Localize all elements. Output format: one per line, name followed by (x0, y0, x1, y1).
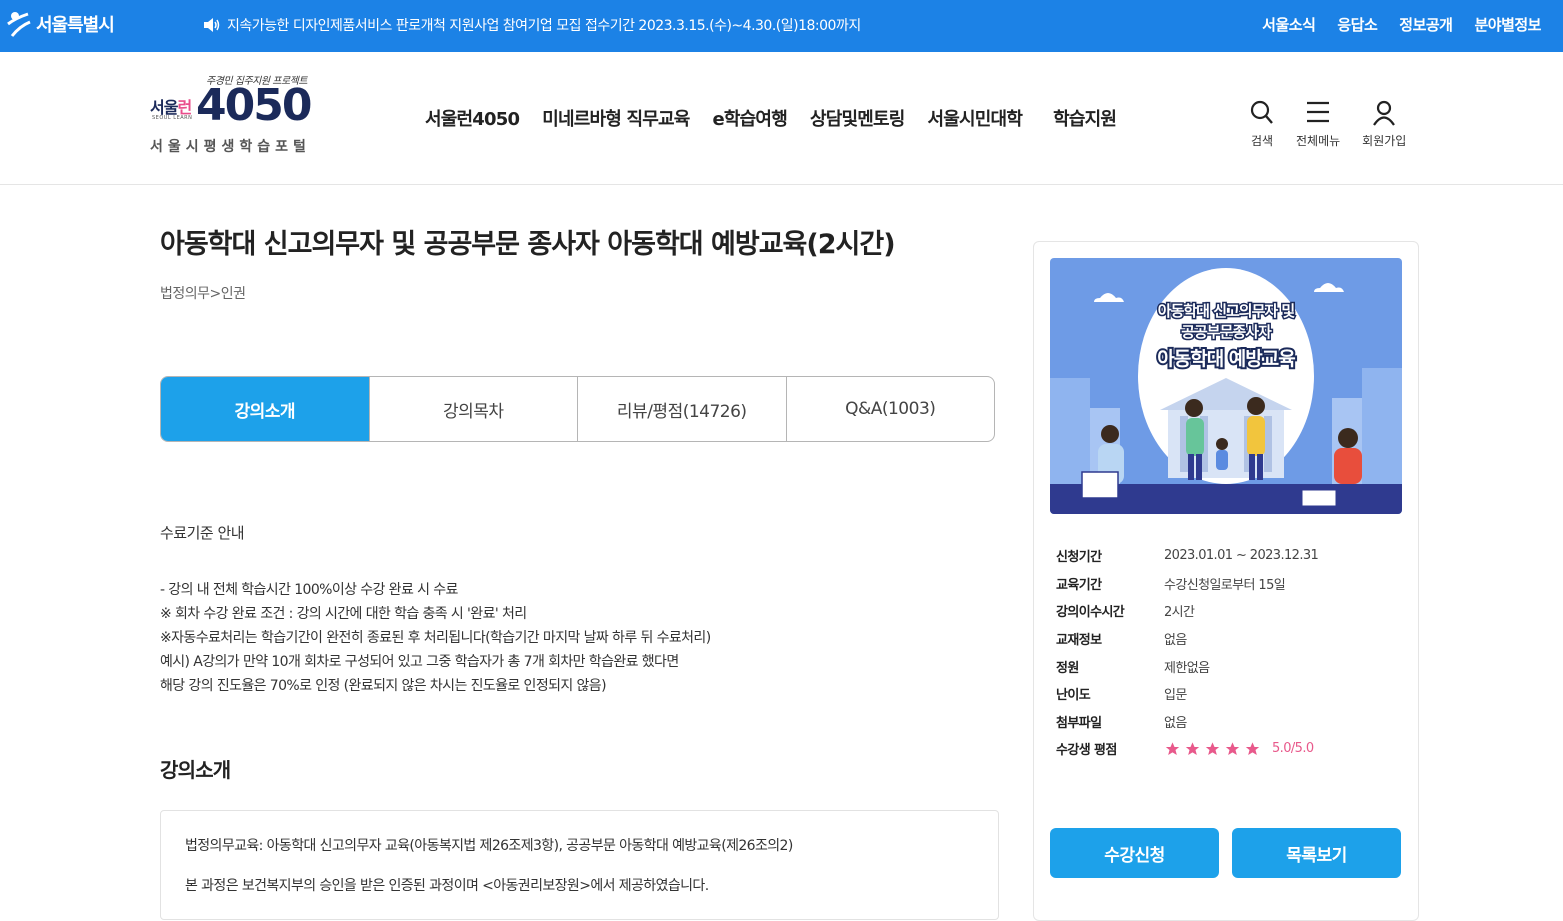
nav-citizen-university[interactable]: 서울시민대학 (928, 105, 1023, 131)
info-value: 입문 (1164, 688, 1187, 704)
star-icon (1165, 742, 1180, 755)
logo-portal: 서울시평생학습포털 (150, 139, 311, 155)
top-link-news[interactable]: 서울소식 (1262, 14, 1316, 35)
notice-text: 지속가능한 디자인제품서비스 판로개척 지원사업 참여기업 모집 접수기간 20… (227, 18, 861, 34)
user-icon (1373, 100, 1396, 126)
info-value: 없음 (1164, 715, 1187, 731)
site-header: 주경민 집주지원 프로젝트 서울런 SEOUL LEARN 4050 서울시평생… (0, 52, 1563, 185)
star-icon (1245, 742, 1260, 755)
star-icon (1205, 742, 1220, 755)
info-key: 정원 (1056, 660, 1079, 676)
top-links: 서울소식 응답소 정보공개 분야별정보 (1262, 14, 1541, 35)
card-buttons: 수강신청 목록보기 (1050, 828, 1401, 878)
info-value: 2시간 (1164, 605, 1195, 621)
course-thumbnail: 아동학대 신고의무자 및 공공부문종사자 아동학대 예방교육 (1050, 258, 1402, 514)
course-title: 아동학대 신고의무자 및 공공부문 종사자 아동학대 예방교육(2시간) (160, 229, 896, 260)
tab-contents[interactable]: 강의목차 (368, 377, 578, 441)
star-icon (1225, 742, 1240, 755)
nav-seoulrun4050[interactable]: 서울런4050 (425, 105, 520, 131)
breadcrumb: 법정의무>인권 (160, 286, 246, 302)
course-info-list: 신청기간 2023.01.01 ~ 2023.12.31 교육기간 수강신청일로부터… (1056, 542, 1396, 763)
logo-number: 4050 (196, 80, 312, 131)
apply-button[interactable]: 수강신청 (1050, 828, 1219, 878)
info-key: 신청기간 (1056, 550, 1102, 566)
intro-line: 본 과정은 보건복지부의 승인을 받은 인증된 과정이며 <아동권리보장원>에서… (185, 878, 709, 894)
thumbnail-text: 아동학대 신고의무자 및 공공부문종사자 아동학대 예방교육 (1050, 300, 1402, 373)
completion-criteria: - 강의 내 전체 학습시간 100%이상 수강 완료 시 수료 ※ 회차 수강… (160, 578, 711, 698)
all-menu-label: 전체메뉴 (1296, 134, 1341, 148)
info-row: 교육기간 수강신청일로부터 15일 (1056, 570, 1396, 598)
info-row: 신청기간 2023.01.01 ~ 2023.12.31 (1056, 542, 1396, 570)
tab-reviews[interactable]: 리뷰/평점(14726) (577, 377, 786, 441)
search-button[interactable]: 검색 (1250, 100, 1274, 149)
tab-intro[interactable]: 강의소개 (161, 377, 369, 441)
list-button[interactable]: 목록보기 (1232, 828, 1401, 878)
course-info-card: 아동학대 신고의무자 및 공공부문종사자 아동학대 예방교육 신청기간 2023.… (1033, 241, 1419, 921)
nav-learning-support[interactable]: 학습지원 (1053, 105, 1117, 131)
info-key: 교육기간 (1056, 577, 1102, 593)
info-key: 첨부파일 (1056, 715, 1102, 731)
search-label: 검색 (1250, 134, 1274, 148)
top-link-info-disclosure[interactable]: 정보공개 (1399, 14, 1453, 35)
info-row: 교재정보 없음 (1056, 625, 1396, 653)
info-value: 제한없음 (1164, 660, 1210, 676)
logo-sub-en: SEOUL LEARN (152, 115, 193, 121)
header-icons: 검색 전체메뉴 회원가입 (1250, 100, 1406, 149)
seoul-logo-icon (7, 12, 31, 37)
top-link-field-info[interactable]: 분야별정보 (1474, 14, 1541, 35)
nav-e-learning-trip[interactable]: e학습여행 (713, 105, 788, 131)
info-value: 수강신청일로부터 15일 (1164, 577, 1286, 593)
main-nav: 서울런4050 미네르바형 직무교육 e학습여행 상담및멘토링 서울시민대학 학… (425, 105, 1139, 131)
notice-banner[interactable]: 지속가능한 디자인제품서비스 판로개척 지원사업 참여기업 모집 접수기간 20… (203, 15, 861, 35)
info-value: 2023.01.01 ~ 2023.12.31 (1164, 548, 1319, 564)
criteria-line: ※자동수료처리는 학습기간이 완전히 종료된 후 처리됩니다(학습기간 마지막 … (160, 630, 711, 646)
rating-stars: 5.0/5.0 (1164, 741, 1314, 757)
rating-row: 수강생 평점 5.0/5.0 (1056, 735, 1396, 763)
seoul-city-logo[interactable]: 서울특별시 (6, 10, 115, 38)
criteria-line: - 강의 내 전체 학습시간 100%이상 수강 완료 시 수료 (160, 582, 458, 598)
star-icon (1185, 742, 1200, 755)
info-key: 교재정보 (1056, 633, 1102, 649)
info-row: 첨부파일 없음 (1056, 708, 1396, 736)
info-row: 정원 제한없음 (1056, 652, 1396, 680)
site-logo[interactable]: 주경민 집주지원 프로젝트 서울런 SEOUL LEARN 4050 서울시평생… (150, 72, 320, 162)
course-tabs: 강의소개 강의목차 리뷰/평점(14726) Q&A(1003) (160, 376, 995, 442)
rating-score: 5.0/5.0 (1272, 741, 1314, 757)
nav-minerva[interactable]: 미네르바형 직무교육 (542, 105, 690, 131)
info-key: 강의이수시간 (1056, 605, 1125, 621)
search-icon (1250, 100, 1273, 124)
criteria-line: 해당 강의 진도율은 70%로 인정 (완료되지 않은 차시는 진도율로 인정되… (160, 678, 607, 694)
criteria-line: 예시) A강의가 만약 10개 회차로 구성되어 있고 그중 학습자가 총 7개… (160, 654, 679, 670)
info-value: 없음 (1164, 633, 1187, 649)
rating-label: 수강생 평점 (1056, 743, 1117, 759)
info-key: 난이도 (1056, 688, 1091, 704)
info-row: 난이도 입문 (1056, 680, 1396, 708)
seoul-logo-text: 서울특별시 (36, 15, 115, 36)
hamburger-icon (1307, 101, 1330, 123)
info-row: 강의이수시간 2시간 (1056, 597, 1396, 625)
top-bar: 서울특별시 지속가능한 디자인제품서비스 판로개척 지원사업 참여기업 모집 접… (0, 0, 1563, 52)
signup-label: 회원가입 (1362, 134, 1407, 148)
completion-criteria-title: 수료기준 안내 (160, 524, 245, 542)
speaker-icon (204, 18, 220, 32)
signup-button[interactable]: 회원가입 (1362, 100, 1406, 149)
thumbnail-line-3: 아동학대 예방교육 (1155, 346, 1297, 372)
criteria-line: ※ 회차 수강 완료 조건 : 강의 시간에 대한 학습 충족 시 '완료' 처… (160, 606, 527, 622)
top-link-eungdapso[interactable]: 응답소 (1337, 14, 1377, 35)
thumbnail-line-2: 공공부문종사자 (1180, 322, 1274, 343)
thumbnail-illustration (1050, 258, 1402, 514)
tab-qna[interactable]: Q&A(1003) (785, 377, 995, 441)
nav-counseling[interactable]: 상담및멘토링 (810, 105, 905, 131)
intro-line: 법정의무교육: 아동학대 신고의무자 교육(아동복지법 제26조제3항), 공공… (185, 838, 793, 854)
thumbnail-line-1: 아동학대 신고의무자 및 (1156, 301, 1296, 322)
all-menu-button[interactable]: 전체메뉴 (1296, 100, 1340, 149)
intro-section-title: 강의소개 (160, 758, 231, 782)
